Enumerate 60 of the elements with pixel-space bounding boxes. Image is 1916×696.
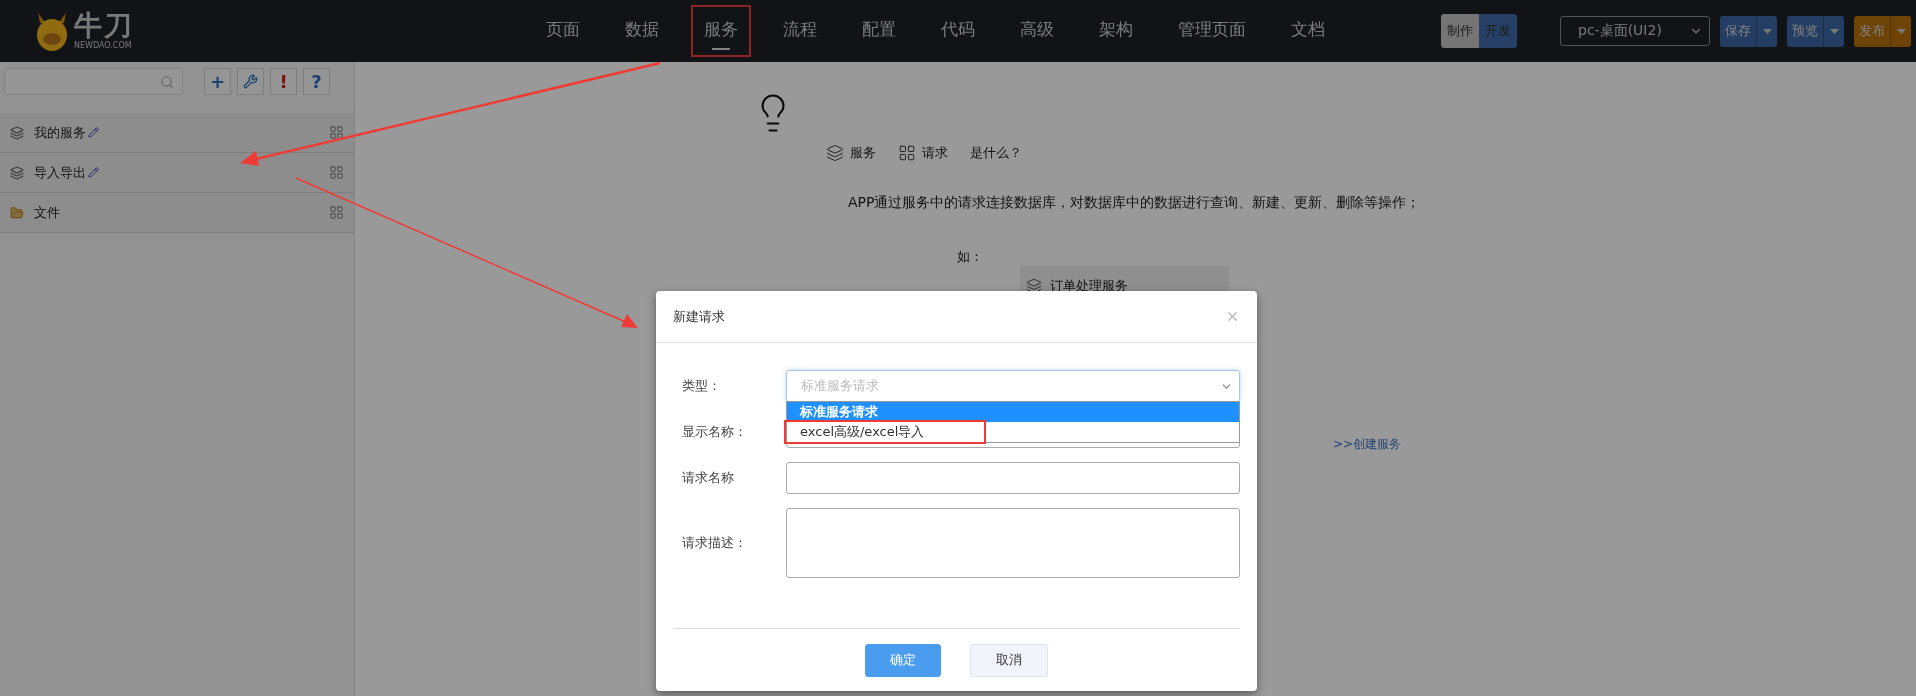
nav-tab[interactable]: 文档 bbox=[1278, 5, 1338, 57]
tool-button[interactable]: ? bbox=[303, 68, 330, 95]
term-label: 请求 bbox=[922, 144, 948, 162]
layers-icon bbox=[10, 165, 24, 180]
nav-tab[interactable]: 页面 bbox=[533, 5, 593, 57]
description-field[interactable] bbox=[786, 508, 1240, 578]
grid-icon[interactable] bbox=[329, 125, 344, 140]
term-label: 服务 bbox=[850, 144, 876, 162]
question-text: 是什么？ bbox=[970, 144, 1022, 162]
nav-tab[interactable]: 管理页面 bbox=[1165, 5, 1259, 57]
example-label: 如： bbox=[957, 248, 984, 266]
create-service-link[interactable]: >>创建服务 bbox=[1333, 436, 1916, 453]
search-icon bbox=[160, 74, 174, 89]
field-label: 请求描述： bbox=[682, 534, 748, 552]
folder-icon bbox=[10, 205, 24, 220]
confirm-button[interactable]: 确定 bbox=[865, 643, 941, 677]
nav-tab[interactable]: 架构 bbox=[1086, 5, 1146, 57]
grid-icon[interactable] bbox=[329, 205, 344, 220]
nav-tab[interactable]: 流程 bbox=[770, 5, 830, 57]
tool-button[interactable]: ! bbox=[270, 68, 297, 95]
caret-icon bbox=[1829, 28, 1839, 34]
tool-button[interactable]: + bbox=[204, 68, 231, 95]
nav-tab[interactable]: 数据 bbox=[612, 5, 672, 57]
item-label: 文件 bbox=[34, 203, 60, 222]
field-label: 显示名称： bbox=[682, 423, 748, 441]
search-field[interactable] bbox=[4, 68, 183, 95]
dialog-title: 新建请求 bbox=[673, 307, 725, 326]
text-field[interactable] bbox=[786, 462, 1240, 494]
description-text: APP通过服务中的请求连接数据库，对数据库中的数据进行查询、新建、更新、删除等操作； bbox=[848, 194, 1422, 212]
logo-domain: NEWDAO.COM bbox=[74, 42, 133, 50]
nav-tab[interactable]: 配置 bbox=[849, 5, 909, 57]
grid-icon bbox=[898, 144, 916, 162]
sidebar-item[interactable]: 我的服务 bbox=[0, 113, 354, 153]
nav-tab[interactable]: 代码 bbox=[928, 5, 988, 57]
sidebar-item[interactable]: 导入导出 bbox=[0, 153, 354, 193]
caret-icon bbox=[1896, 28, 1906, 34]
split-button[interactable]: 预览 bbox=[1787, 15, 1844, 47]
logo-name: 牛刀 bbox=[74, 12, 134, 40]
close-button[interactable] bbox=[1225, 309, 1240, 324]
item-label: 导入导出 bbox=[34, 163, 86, 182]
wrench-button[interactable] bbox=[237, 68, 264, 95]
split-button[interactable]: 保存 bbox=[1720, 15, 1777, 47]
dropdown-option[interactable]: 标准服务请求 bbox=[787, 402, 1239, 422]
wrench-icon bbox=[243, 74, 258, 89]
nav-tab[interactable]: 服务 bbox=[691, 5, 751, 57]
pencil-icon[interactable] bbox=[88, 167, 99, 178]
mode-toggle-option[interactable]: 制作 bbox=[1441, 14, 1479, 48]
pencil-icon[interactable] bbox=[88, 127, 99, 138]
caret-icon bbox=[1762, 28, 1772, 34]
layers-icon bbox=[10, 125, 24, 140]
cancel-button[interactable]: 取消 bbox=[970, 643, 1048, 677]
sidebar-item[interactable]: 文件 bbox=[0, 193, 354, 233]
item-label: 我的服务 bbox=[34, 123, 86, 142]
field-label: 请求名称 bbox=[682, 469, 735, 487]
nav-tab[interactable]: 高级 bbox=[1007, 5, 1067, 57]
layers-icon bbox=[826, 144, 844, 162]
grid-icon[interactable] bbox=[329, 165, 344, 180]
layers-icon bbox=[1026, 278, 1042, 294]
field-label: 类型： bbox=[682, 377, 722, 395]
device-select[interactable]: pc-桌面(UI2) bbox=[1560, 16, 1710, 46]
